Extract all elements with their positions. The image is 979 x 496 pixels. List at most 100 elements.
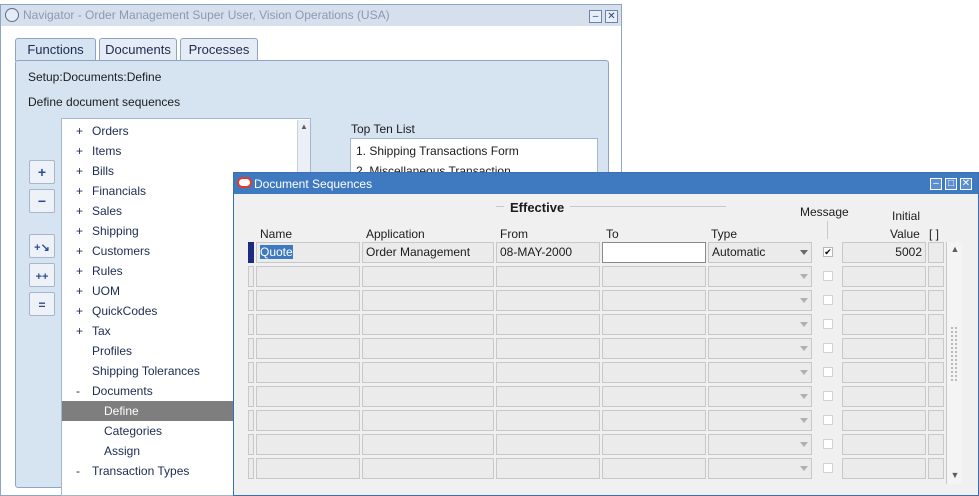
scroll-thumb[interactable] (950, 326, 958, 382)
name-field[interactable] (256, 266, 360, 287)
tree-node-toggle[interactable]: + (76, 241, 83, 261)
type-select[interactable] (708, 410, 812, 431)
name-field[interactable] (256, 458, 360, 479)
name-field[interactable] (256, 290, 360, 311)
document-sequences-title-bar[interactable]: Document Sequences – □ ✕ (234, 173, 978, 194)
to-date-field[interactable] (602, 434, 706, 455)
type-select[interactable]: Automatic (708, 242, 812, 263)
tree-node-toggle[interactable]: + (76, 221, 83, 241)
chevron-down-icon[interactable] (800, 394, 808, 399)
type-select[interactable] (708, 362, 812, 383)
flexfield-cell[interactable] (928, 314, 944, 335)
to-date-field[interactable] (602, 458, 706, 479)
minimize-icon[interactable]: – (589, 10, 602, 23)
record-indicator[interactable] (248, 434, 254, 455)
maximize-icon[interactable]: □ (945, 178, 957, 190)
flexfield-cell[interactable] (928, 434, 944, 455)
scroll-up-icon[interactable]: ▲ (298, 120, 310, 134)
record-indicator[interactable] (248, 314, 254, 335)
flexfield-cell[interactable] (928, 386, 944, 407)
chevron-down-icon[interactable] (800, 346, 808, 351)
tree-node-toggle[interactable]: + (76, 321, 83, 341)
record-indicator[interactable] (248, 410, 254, 431)
from-date-field[interactable] (496, 290, 600, 311)
tree-node-toggle[interactable]: - (76, 381, 80, 401)
name-field[interactable] (256, 434, 360, 455)
chevron-down-icon[interactable] (800, 298, 808, 303)
application-field[interactable] (362, 266, 494, 287)
chevron-down-icon[interactable] (800, 322, 808, 327)
type-select[interactable] (708, 338, 812, 359)
type-select[interactable] (708, 434, 812, 455)
expand-all-button[interactable]: ++ (29, 263, 55, 287)
table-scrollbar[interactable]: ▲ ▼ (946, 242, 962, 484)
tree-node-toggle[interactable]: + (76, 281, 83, 301)
initial-value-field[interactable] (842, 434, 926, 455)
to-date-field[interactable] (602, 362, 706, 383)
tab-processes[interactable]: Processes (180, 38, 258, 61)
to-date-field[interactable] (602, 410, 706, 431)
collapse-button[interactable]: − (29, 189, 55, 213)
message-checkbox[interactable] (823, 415, 833, 425)
message-checkbox[interactable] (823, 367, 833, 377)
tree-node-toggle[interactable]: + (76, 161, 83, 181)
name-field[interactable]: Quote (256, 242, 360, 263)
initial-value-field[interactable] (842, 338, 926, 359)
application-field[interactable] (362, 386, 494, 407)
message-checkbox[interactable] (823, 295, 833, 305)
initial-value-field[interactable]: 5002 (842, 242, 926, 263)
type-select[interactable] (708, 314, 812, 335)
record-indicator[interactable] (248, 458, 254, 479)
tree-node-toggle[interactable]: + (76, 201, 83, 221)
application-field[interactable] (362, 458, 494, 479)
tree-node-toggle[interactable]: + (76, 121, 83, 141)
from-date-field[interactable]: 08-MAY-2000 (496, 242, 600, 263)
type-select[interactable] (708, 386, 812, 407)
application-field[interactable]: Order Management (362, 242, 494, 263)
tree-node-toggle[interactable]: + (76, 261, 83, 281)
type-select[interactable] (708, 458, 812, 479)
initial-value-field[interactable] (842, 458, 926, 479)
from-date-field[interactable] (496, 266, 600, 287)
record-indicator[interactable] (248, 290, 254, 311)
chevron-down-icon[interactable] (800, 370, 808, 375)
name-field[interactable] (256, 314, 360, 335)
name-field[interactable] (256, 338, 360, 359)
flexfield-cell[interactable] (928, 242, 944, 263)
chevron-down-icon[interactable] (800, 418, 808, 423)
scroll-down-icon[interactable]: ▼ (947, 468, 963, 482)
flexfield-cell[interactable] (928, 410, 944, 431)
application-field[interactable] (362, 434, 494, 455)
from-date-field[interactable] (496, 362, 600, 383)
tab-documents[interactable]: Documents (99, 38, 177, 61)
list-item[interactable]: 1. Shipping Transactions Form (356, 144, 519, 158)
application-field[interactable] (362, 362, 494, 383)
scroll-up-icon[interactable]: ▲ (947, 242, 963, 256)
flexfield-cell[interactable] (928, 266, 944, 287)
from-date-field[interactable] (496, 338, 600, 359)
expand-branch-button[interactable]: +↘ (29, 234, 55, 258)
navigator-title-bar[interactable]: Navigator - Order Management Super User,… (1, 5, 621, 26)
tab-functions[interactable]: Functions (15, 38, 96, 61)
from-date-field[interactable] (496, 458, 600, 479)
initial-value-field[interactable] (842, 314, 926, 335)
message-checkbox[interactable] (823, 391, 833, 401)
record-indicator[interactable] (248, 338, 254, 359)
message-checkbox[interactable] (823, 343, 833, 353)
record-indicator[interactable] (248, 242, 254, 263)
chevron-down-icon[interactable] (800, 250, 808, 255)
tree-node-toggle[interactable]: + (76, 141, 83, 161)
name-field[interactable] (256, 386, 360, 407)
to-date-field[interactable] (602, 314, 706, 335)
type-select[interactable] (708, 290, 812, 311)
initial-value-field[interactable] (842, 266, 926, 287)
from-date-field[interactable] (496, 386, 600, 407)
to-date-field[interactable] (602, 386, 706, 407)
minimize-icon[interactable]: – (930, 178, 942, 190)
application-field[interactable] (362, 314, 494, 335)
to-date-field[interactable] (602, 242, 706, 263)
from-date-field[interactable] (496, 434, 600, 455)
chevron-down-icon[interactable] (800, 442, 808, 447)
initial-value-field[interactable] (842, 386, 926, 407)
tree-node-toggle[interactable]: + (76, 181, 83, 201)
